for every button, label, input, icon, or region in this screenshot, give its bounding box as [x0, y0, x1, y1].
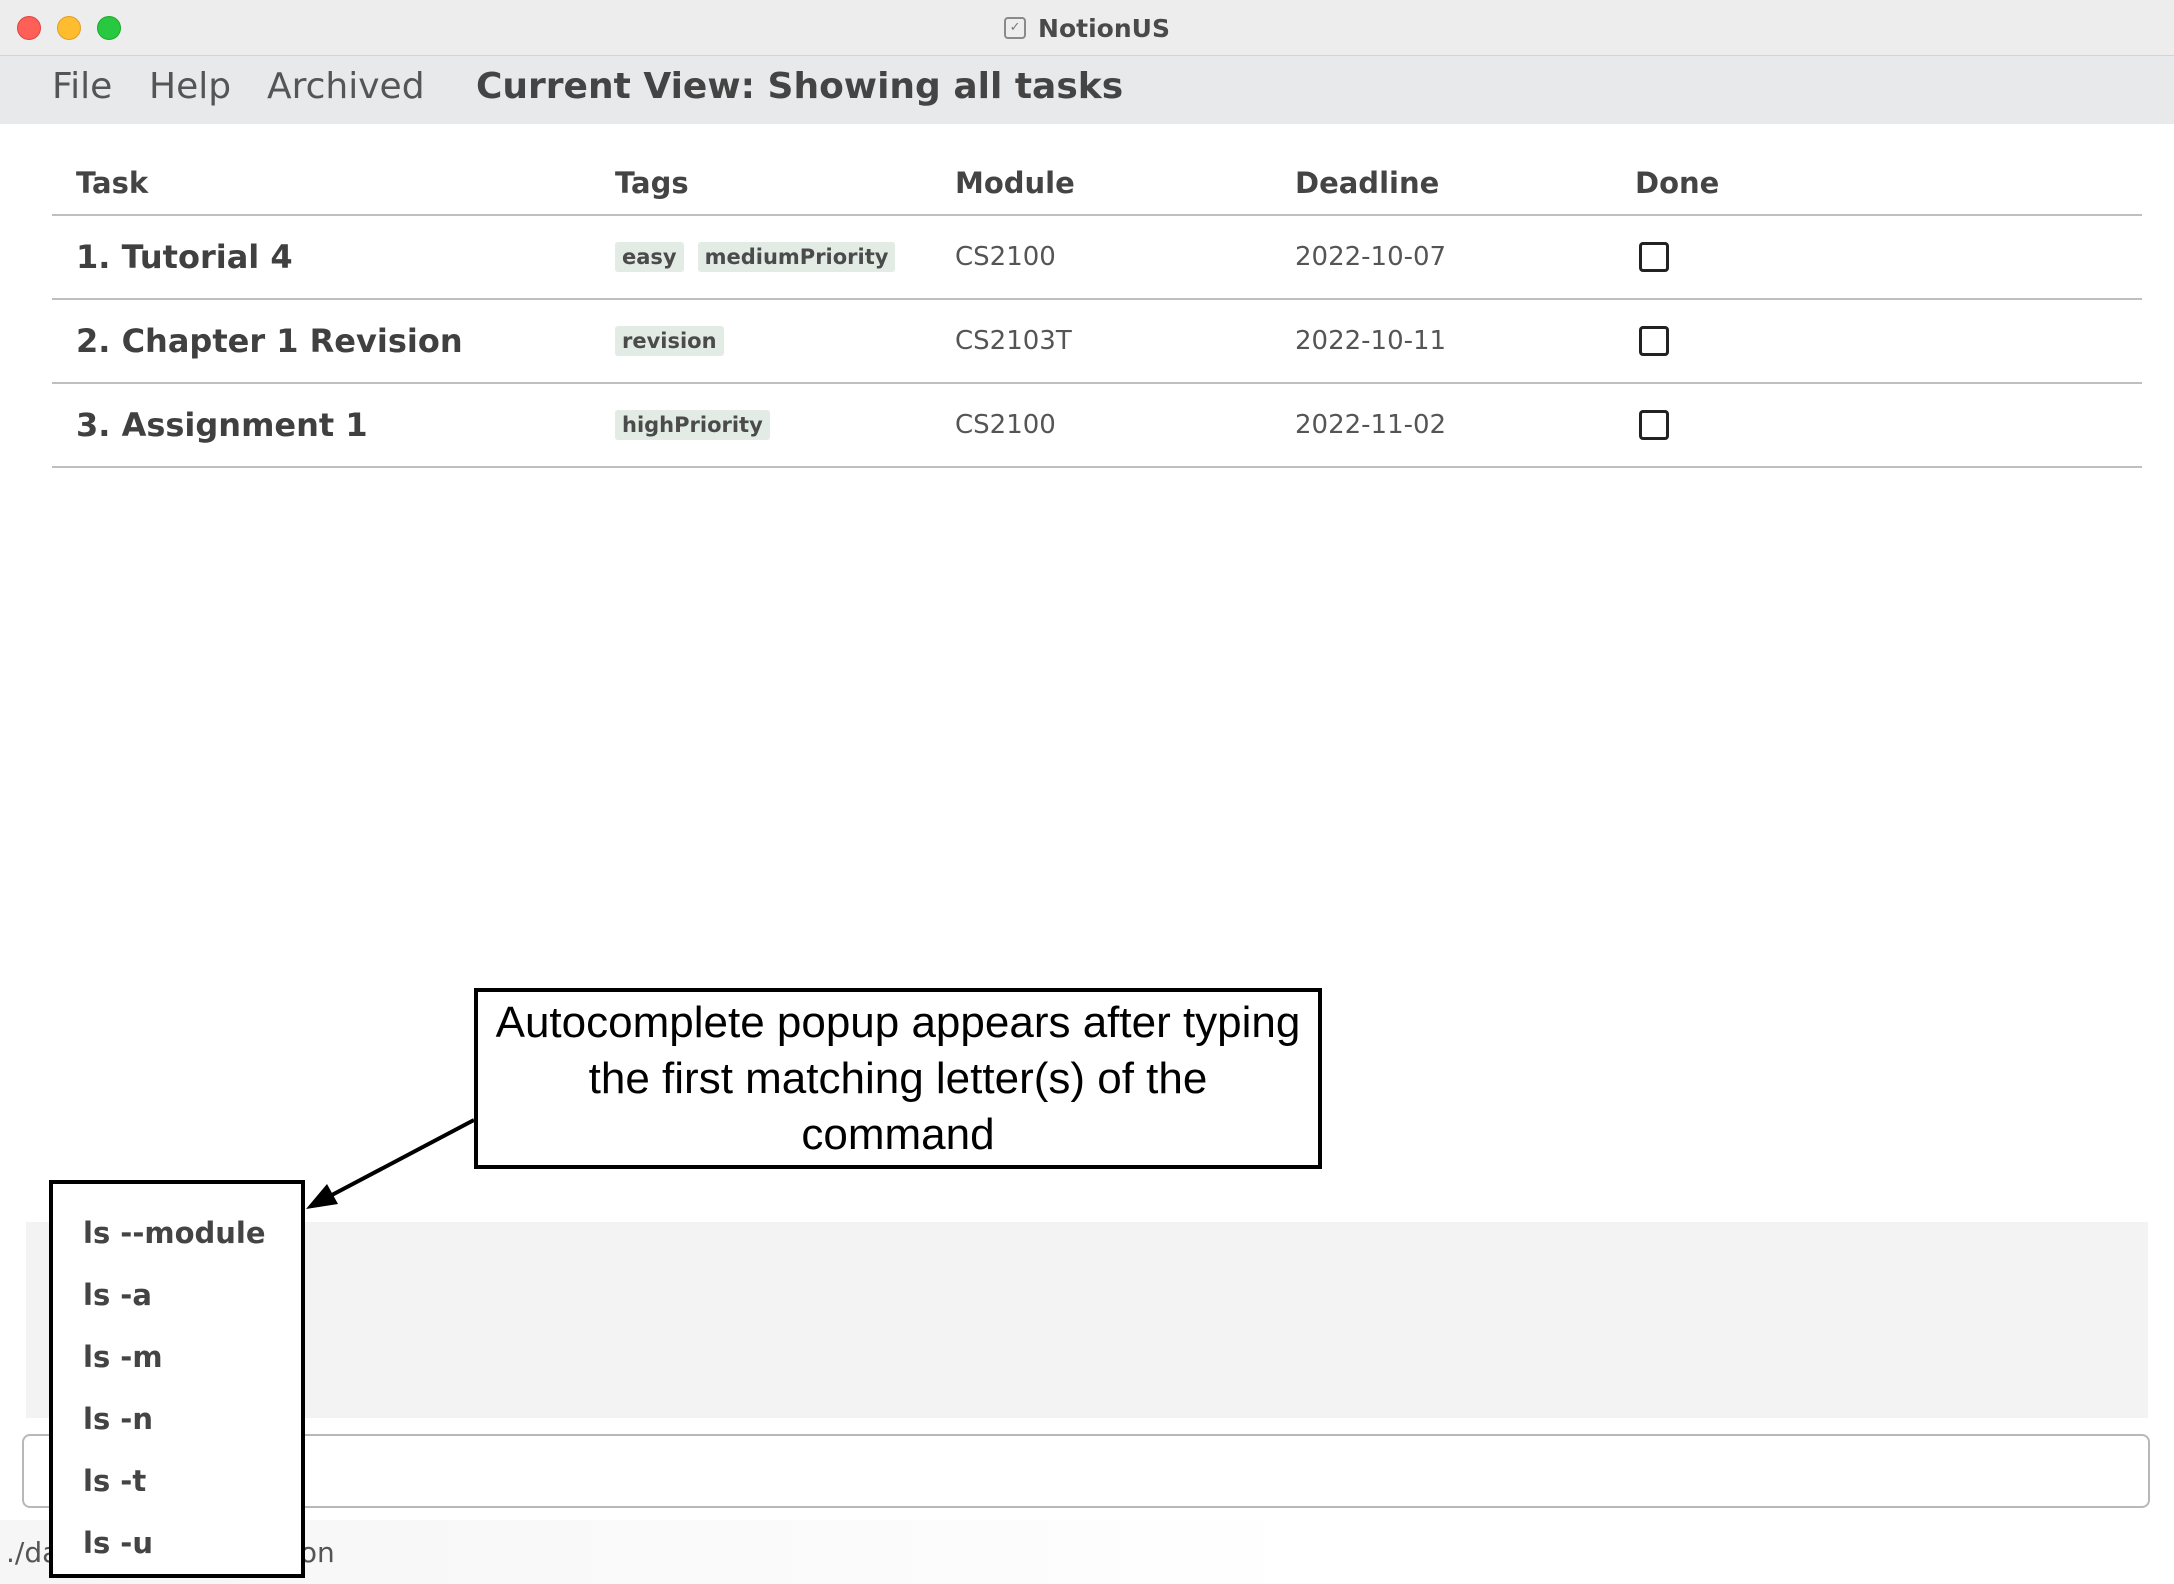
menu-archived[interactable]: Archived [267, 66, 425, 107]
done-checkbox[interactable] [1639, 326, 1669, 356]
app-icon: ✓ [1004, 17, 1027, 39]
task-deadline: 2022-10-07 [1295, 242, 1447, 272]
table-row[interactable]: 1. Tutorial 4 easy mediumPriority CS2100… [52, 216, 2142, 300]
menu-bar: File Help Archived Current View: Showing… [0, 56, 2174, 124]
command-input[interactable] [24, 1436, 2148, 1506]
task-module: CS2100 [955, 242, 1056, 272]
autocomplete-option[interactable]: ls -m [83, 1340, 163, 1374]
autocomplete-option[interactable]: ls --module [83, 1216, 266, 1250]
menu-file[interactable]: File [52, 66, 112, 107]
table-row[interactable]: 2. Chapter 1 Revision revision CS2103T 2… [52, 300, 2142, 384]
status-bar: ./da son [0, 1520, 2174, 1584]
column-header-done: Done [1635, 166, 1720, 200]
task-deadline: 2022-11-02 [1295, 410, 1447, 440]
title-bar: ✓ NotionUS [0, 0, 2174, 56]
task-tags: highPriority [615, 384, 770, 466]
task-tags: easy mediumPriority [615, 216, 896, 298]
current-view-label: Current View: Showing all tasks [476, 66, 1124, 107]
task-module: CS2103T [955, 326, 1072, 356]
annotation-callout: Autocomplete popup appears after typing … [474, 988, 1322, 1169]
table-row[interactable]: 3. Assignment 1 highPriority CS2100 2022… [52, 384, 2142, 468]
column-header-deadline: Deadline [1295, 166, 1440, 200]
column-header-module: Module [955, 166, 1075, 200]
tag-badge: revision [615, 326, 724, 356]
done-cell [1639, 216, 1669, 298]
tag-badge: mediumPriority [697, 242, 896, 272]
autocomplete-option[interactable]: ls -n [83, 1402, 153, 1436]
tag-badge: easy [615, 242, 684, 272]
menu-help[interactable]: Help [149, 66, 231, 107]
done-cell [1639, 300, 1669, 382]
autocomplete-option[interactable]: ls -u [83, 1526, 153, 1560]
autocomplete-popup: ls --module ls -a ls -m ls -n ls -t ls -… [49, 1180, 305, 1578]
window-title: NotionUS [1038, 13, 1170, 43]
task-module: CS2100 [955, 410, 1056, 440]
command-box[interactable] [22, 1434, 2150, 1508]
column-header-tags: Tags [615, 166, 689, 200]
task-name: 1. Tutorial 4 [76, 238, 293, 276]
task-deadline: 2022-10-11 [1295, 326, 1447, 356]
title-group: ✓ NotionUS [0, 0, 2174, 56]
task-name: 3. Assignment 1 [76, 406, 368, 444]
done-checkbox[interactable] [1639, 242, 1669, 272]
result-display[interactable]: 3 [26, 1222, 2148, 1418]
autocomplete-option[interactable]: ls -t [83, 1464, 146, 1498]
column-header-task: Task [76, 166, 149, 200]
task-tags: revision [615, 300, 724, 382]
tag-badge: highPriority [615, 410, 770, 440]
done-cell [1639, 384, 1669, 466]
autocomplete-option[interactable]: ls -a [83, 1278, 152, 1312]
done-checkbox[interactable] [1639, 410, 1669, 440]
task-name: 2. Chapter 1 Revision [76, 322, 463, 360]
